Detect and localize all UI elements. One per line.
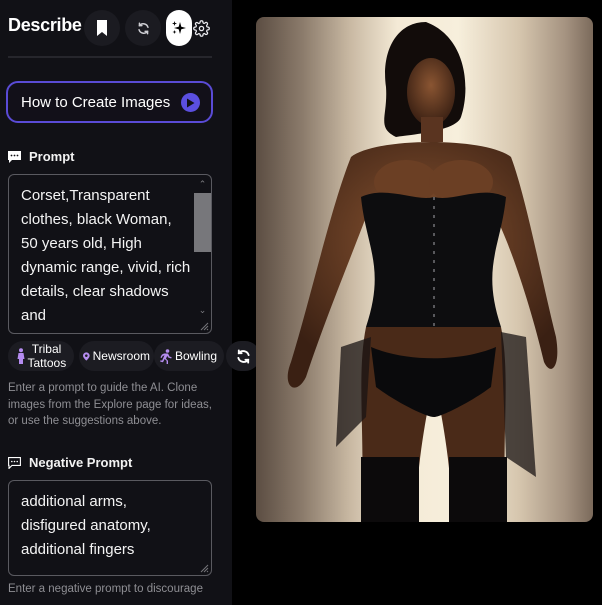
suggestion-label: Tribal Tattoos bbox=[27, 342, 67, 370]
prompt-help-text: Enter a prompt to guide the AI. Clone im… bbox=[8, 382, 212, 427]
suggestion-chip-newsroom[interactable]: Newsroom bbox=[79, 341, 154, 371]
header-divider bbox=[8, 56, 212, 58]
scroll-up-icon[interactable]: ⌃ bbox=[197, 179, 208, 189]
resize-grip-icon[interactable] bbox=[199, 321, 209, 331]
refresh-icon bbox=[236, 348, 250, 364]
suggestion-chips: Tribal Tattoos Newsroom Bowling bbox=[8, 341, 268, 371]
negative-prompt-help-text: Enter a negative prompt to discourage bbox=[8, 583, 203, 595]
sparkle-icon bbox=[172, 21, 186, 34]
suggestion-chip-tribal-tattoos[interactable]: Tribal Tattoos bbox=[8, 341, 74, 371]
settings-button[interactable] bbox=[186, 10, 216, 46]
negative-prompt-label: Negative Prompt bbox=[29, 455, 133, 470]
refresh-button[interactable] bbox=[125, 10, 161, 46]
prompt-textarea[interactable]: Corset,Transparent clothes, black Woman,… bbox=[8, 174, 212, 334]
suggestion-label: Bowling bbox=[175, 349, 218, 363]
prompt-label: Prompt bbox=[29, 149, 75, 164]
image-figure bbox=[287, 22, 558, 522]
refresh-icon bbox=[137, 21, 149, 35]
app-root: Describe How to Create Images Prompt Cor… bbox=[0, 0, 602, 605]
chat-bubble-icon bbox=[8, 456, 21, 469]
how-to-create-images-button[interactable]: How to Create Images bbox=[6, 81, 213, 123]
prompt-scrollbar[interactable]: ⌃ ⌄ bbox=[194, 175, 211, 333]
resize-grip-icon[interactable] bbox=[199, 563, 209, 573]
prompt-section-label: Prompt bbox=[8, 149, 75, 164]
sidebar: Describe How to Create Images Prompt Cor… bbox=[0, 0, 232, 605]
prompt-text: Corset,Transparent clothes, black Woman,… bbox=[21, 187, 191, 324]
bookmark-icon bbox=[97, 20, 107, 36]
bookmark-button[interactable] bbox=[84, 10, 120, 46]
scroll-thumb[interactable] bbox=[194, 193, 211, 252]
suggestion-chip-bowling[interactable]: Bowling bbox=[154, 341, 224, 371]
scroll-down-icon[interactable]: ⌄ bbox=[197, 305, 208, 315]
generated-image[interactable] bbox=[256, 17, 593, 522]
refresh-suggestions-button[interactable] bbox=[226, 341, 260, 371]
panel-title: Describe bbox=[8, 15, 82, 35]
suggestion-label: Newsroom bbox=[92, 349, 150, 363]
chat-bubble-icon bbox=[8, 150, 21, 163]
running-icon bbox=[160, 348, 172, 364]
map-pin-icon bbox=[83, 351, 90, 361]
sidebar-header: Describe bbox=[0, 0, 232, 56]
person-icon bbox=[17, 348, 24, 364]
negative-prompt-section-label: Negative Prompt bbox=[8, 455, 132, 470]
negative-prompt-textarea[interactable]: additional arms, disfigured anatomy, add… bbox=[8, 480, 212, 576]
gear-icon bbox=[192, 19, 210, 37]
negative-prompt-text: additional arms, disfigured anatomy, add… bbox=[21, 493, 151, 558]
how-to-label: How to Create Images bbox=[21, 93, 171, 111]
play-icon bbox=[181, 93, 200, 112]
